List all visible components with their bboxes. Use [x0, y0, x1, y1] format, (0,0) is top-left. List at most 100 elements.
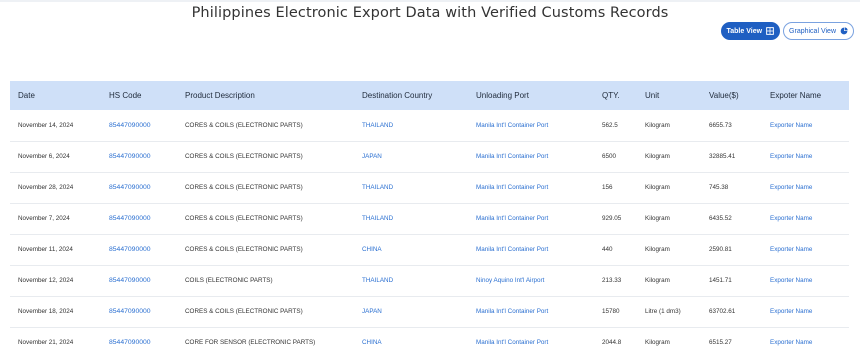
unloading-port-link[interactable]: Manila Int'l Container Port — [468, 203, 594, 234]
date-cell: November 11, 2024 — [18, 246, 73, 253]
product-description-cell: CORES & COILS (ELECTRONIC PARTS) — [185, 153, 303, 160]
hs-code-link[interactable]: 85447090000 — [101, 265, 177, 296]
hs-code-link[interactable]: 85447090000 — [101, 327, 177, 358]
exporter-name-link[interactable]: Exporter Name — [762, 327, 849, 358]
pie-chart-icon — [840, 27, 848, 35]
table-view-label: Table View — [726, 27, 763, 35]
unloading-port-link[interactable]: Manila Int'l Container Port — [468, 141, 594, 172]
column-header-value[interactable]: Value($) — [701, 81, 762, 110]
value-cell: 2590.81 — [709, 246, 732, 253]
column-header-unit[interactable]: Unit — [637, 81, 701, 110]
value-cell: 6655.73 — [709, 121, 732, 129]
date-cell: November 21, 2024 — [18, 339, 74, 346]
product-description-cell: CORES & COILS (ELECTRONIC PARTS) — [185, 246, 303, 253]
qty-cell: 15780 — [602, 308, 620, 315]
value-cell: 6435.52 — [709, 215, 732, 222]
value-cell: 6515.27 — [709, 339, 732, 346]
table-row: November 28, 2024 85447090000 CORES & COIL… — [10, 172, 849, 203]
product-description-cell: CORES & COILS (ELECTRONIC PARTS) — [185, 121, 303, 129]
page-title: Philippines Electronic Export Data with … — [191, 5, 669, 21]
unloading-port-link[interactable]: Manila Int'l Container Port — [468, 234, 594, 265]
qty-cell: 440 — [602, 246, 613, 253]
table-row: November 12, 2024 85447090000 COILS (ELECT… — [10, 265, 849, 296]
destination-country-link[interactable]: THAILAND — [354, 265, 468, 296]
value-cell: 745.38 — [709, 184, 729, 191]
exporter-name-link[interactable]: Exporter Name — [762, 203, 849, 234]
column-header-exporter-name[interactable]: Expoter Name — [762, 81, 849, 110]
value-cell: 32885.41 — [709, 153, 736, 160]
unloading-port-link[interactable]: Ninoy Aquino Int'l Airport — [468, 265, 594, 296]
column-header-date[interactable]: Date — [10, 81, 101, 110]
top-divider — [0, 0, 860, 2]
column-header-product-description[interactable]: Product Description — [177, 81, 354, 110]
column-header-qty[interactable]: QTY. — [594, 81, 637, 110]
exporter-name-link[interactable]: Exporter Name — [762, 296, 849, 327]
exporter-name-link[interactable]: Exporter Name — [762, 265, 849, 296]
unit-cell: Kilogram — [645, 277, 670, 284]
hs-code-link[interactable]: 85447090000 — [101, 141, 177, 172]
export-data-table: Date HS Code Product Description Destinatio… — [10, 81, 849, 358]
unit-cell: Kilogram — [645, 184, 670, 191]
date-cell: November 7, 2024 — [18, 215, 70, 222]
exporter-name-link[interactable]: Exporter Name — [762, 234, 849, 265]
table-body: November 14, 2024 85447090000 CORES & COIL… — [10, 110, 849, 358]
destination-country-link[interactable]: THAILAND — [354, 110, 468, 141]
destination-country-link[interactable]: JAPAN — [354, 141, 468, 172]
qty-cell: 562.5 — [602, 121, 618, 129]
product-description-cell: CORES & COILS (ELECTRONIC PARTS) — [185, 184, 303, 191]
hs-code-link[interactable]: 85447090000 — [101, 110, 177, 141]
graphical-view-label: Graphical View — [789, 27, 836, 35]
destination-country-link[interactable]: CHINA — [354, 234, 468, 265]
product-description-cell: CORES & COILS (ELECTRONIC PARTS) — [185, 215, 303, 222]
destination-country-link[interactable]: THAILAND — [354, 203, 468, 234]
value-cell: 1451.71 — [709, 277, 732, 284]
hs-code-link[interactable]: 85447090000 — [101, 172, 177, 203]
column-header-hs-code[interactable]: HS Code — [101, 81, 177, 110]
date-cell: November 14, 2024 — [18, 121, 74, 129]
date-cell: November 28, 2024 — [18, 184, 74, 191]
table-row: November 11, 2024 85447090000 CORES & COIL… — [10, 234, 849, 265]
unit-cell: Kilogram — [645, 121, 670, 129]
table-icon — [766, 27, 774, 35]
unit-cell: Litre (1 dm3) — [645, 308, 681, 315]
date-cell: November 6, 2024 — [18, 153, 70, 160]
exporter-name-link[interactable]: Exporter Name — [762, 141, 849, 172]
exporter-name-link[interactable]: Exporter Name — [762, 172, 849, 203]
unit-cell: Kilogram — [645, 215, 670, 222]
qty-cell: 6500 — [602, 153, 617, 160]
table-header-row: Date HS Code Product Description Destinatio… — [10, 81, 849, 110]
unit-cell: Kilogram — [645, 246, 670, 253]
unloading-port-link[interactable]: Manila Int'l Container Port — [468, 296, 594, 327]
hs-code-link[interactable]: 85447090000 — [101, 296, 177, 327]
unit-cell: Kilogram — [645, 153, 670, 160]
unloading-port-link[interactable]: Manila Int'l Container Port — [468, 110, 594, 141]
table-row: November 21, 2024 85447090000 CORE FOR SEN… — [10, 327, 849, 358]
hs-code-link[interactable]: 85447090000 — [101, 234, 177, 265]
graphical-view-button[interactable]: Graphical View — [783, 22, 854, 40]
date-cell: November 18, 2024 — [18, 308, 74, 315]
unit-cell: Kilogram — [645, 339, 670, 346]
unloading-port-link[interactable]: Manila Int'l Container Port — [468, 172, 594, 203]
product-description-cell: CORE FOR SENSOR (ELECTRONIC PARTS) — [185, 339, 316, 346]
value-cell: 63702.61 — [709, 308, 736, 315]
column-header-unloading-port[interactable]: Unloading Port — [468, 81, 594, 110]
table-row: November 18, 2024 85447090000 CORES & COIL… — [10, 296, 849, 327]
view-toggle: Table View Graphical View — [720, 22, 854, 40]
destination-country-link[interactable]: JAPAN — [354, 296, 468, 327]
qty-cell: 213.33 — [602, 277, 622, 284]
product-description-cell: COILS (ELECTRONIC PARTS) — [185, 277, 273, 284]
exporter-name-link[interactable]: Exporter Name — [762, 110, 849, 141]
qty-cell: 156 — [602, 184, 613, 191]
column-header-destination-country[interactable]: Destination Country — [354, 81, 468, 110]
date-cell: November 12, 2024 — [18, 277, 74, 284]
product-description-cell: CORES & COILS (ELECTRONIC PARTS) — [185, 308, 303, 315]
table-row: November 6, 2024 85447090000 CORES & COILS… — [10, 141, 849, 172]
qty-cell: 929.05 — [602, 215, 622, 222]
destination-country-link[interactable]: CHINA — [354, 327, 468, 358]
table-view-button[interactable]: Table View — [720, 22, 781, 40]
destination-country-link[interactable]: THAILAND — [354, 172, 468, 203]
hs-code-link[interactable]: 85447090000 — [101, 203, 177, 234]
unloading-port-link[interactable]: Manila Int'l Container Port — [468, 327, 594, 358]
table-row: November 7, 2024 85447090000 CORES & COILS… — [10, 203, 849, 234]
qty-cell: 2044.8 — [602, 339, 622, 346]
